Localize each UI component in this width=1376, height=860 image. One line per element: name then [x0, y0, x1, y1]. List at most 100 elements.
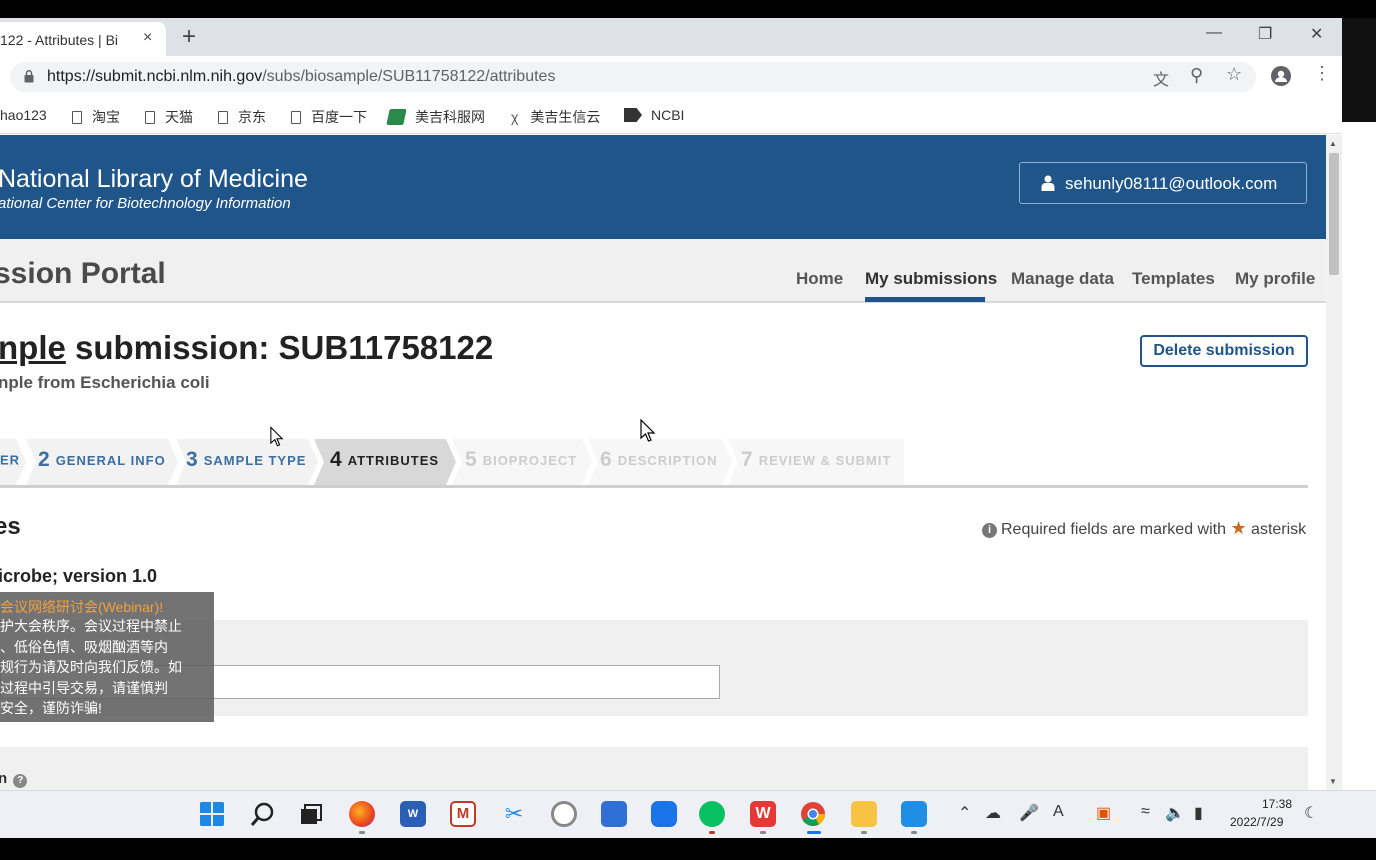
screen-bottom-bar	[0, 838, 1376, 860]
wechat-icon[interactable]	[699, 801, 725, 827]
search-icon[interactable]	[250, 801, 276, 827]
biosample-link[interactable]: nple	[0, 329, 66, 366]
portal-bar: ssion Portal Home My submissions Manage …	[0, 239, 1326, 303]
screen-top-bar	[0, 0, 1376, 18]
clock-time[interactable]: 17:38	[1262, 797, 1292, 811]
steps-divider	[0, 485, 1308, 488]
running-indicator	[359, 831, 365, 834]
desktop-edge-light	[1342, 122, 1376, 790]
firefox-icon[interactable]	[349, 801, 375, 827]
microphone-icon[interactable]: 🎤	[1019, 803, 1039, 823]
volume-icon[interactable]: 🔈	[1165, 803, 1185, 823]
url-path: /subs/biosample/SUB11758122/attributes	[262, 68, 556, 85]
clock-date[interactable]: 2022/7/29	[1230, 815, 1283, 829]
account-email: sehunly08111@outlook.com	[1065, 174, 1278, 193]
profile-icon[interactable]	[1271, 66, 1291, 86]
font-icon[interactable]: A	[1053, 803, 1064, 821]
file-explorer-icon[interactable]	[851, 801, 877, 827]
running-indicator	[709, 831, 715, 834]
bookmark-taobao[interactable]: 淘宝	[72, 107, 120, 127]
submission-title: nple submission: SUB11758122	[0, 329, 493, 367]
snipping-tool-icon[interactable]: ✂	[501, 801, 527, 827]
scroll-down-icon[interactable]: ▼	[1329, 777, 1337, 786]
nav-home[interactable]: Home	[796, 269, 843, 289]
mail-app-icon[interactable]	[601, 801, 627, 827]
url-host: https://submit.ncbi.nlm.nih.gov	[47, 68, 263, 85]
help-icon[interactable]: ?	[13, 774, 28, 788]
scroll-up-icon[interactable]: ▲	[1329, 139, 1337, 148]
user-icon	[1041, 175, 1055, 191]
bookmark-majorbio-cloud[interactable]: χ 美吉生信云	[511, 107, 600, 127]
bookmark-hao123[interactable]: hao123	[0, 107, 47, 123]
submission-description: nple from Escherichia coli	[0, 373, 210, 392]
dna-icon: χ	[511, 109, 519, 125]
browser-tab[interactable]: 122 - Attributes | Bi ×	[0, 22, 166, 56]
word-icon[interactable]: W	[400, 801, 426, 827]
chevron-up-icon[interactable]: ⌃	[958, 803, 971, 823]
sync-app-icon[interactable]	[551, 801, 577, 827]
submission-id: submission: SUB11758122	[65, 329, 494, 366]
html5-icon[interactable]: ▣	[1096, 803, 1111, 823]
majorbio-icon	[386, 109, 407, 125]
minimize-icon[interactable]: —	[1206, 24, 1222, 42]
nav-manage-data[interactable]: Manage data	[1011, 269, 1114, 289]
notice-line: 规行为请及时向我们反馈。如	[0, 659, 182, 675]
nlm-title[interactable]: National Library of Medicine	[0, 165, 308, 194]
task-view-icon[interactable]	[298, 801, 324, 827]
running-indicator	[760, 831, 766, 834]
delete-submission-button[interactable]: Delete submission	[1140, 335, 1308, 367]
bookmark-majorbio-service[interactable]: 美吉科服网	[386, 107, 485, 127]
nav-my-profile[interactable]: My profile	[1235, 269, 1315, 289]
ncbi-icon	[624, 108, 642, 122]
tab-title: 122 - Attributes | Bi	[0, 32, 119, 48]
notice-line: 过程中引导交易，请谨慎判	[0, 679, 168, 696]
tab-strip: 122 - Attributes | Bi × + — ❐ ✕	[0, 18, 1342, 56]
scroll-thumb[interactable]	[1329, 153, 1339, 275]
page-icon	[145, 111, 155, 124]
bookmark-ncbi[interactable]: NCBI	[624, 107, 684, 123]
meeting-app-icon[interactable]	[901, 801, 927, 827]
notice-line: 护大会秩序。会议过程中禁止	[0, 618, 182, 634]
restore-icon[interactable]: ❐	[1258, 24, 1272, 44]
new-tab-button[interactable]: +	[182, 23, 196, 51]
menu-icon[interactable]: ⋮	[1313, 63, 1331, 84]
bluetooth-app-icon[interactable]	[651, 801, 677, 827]
nav-my-submissions[interactable]: My submissions	[865, 269, 997, 289]
nav-templates[interactable]: Templates	[1132, 269, 1215, 289]
bookmark-tmall[interactable]: 天猫	[145, 107, 193, 127]
translate-icon[interactable]: 文	[1153, 66, 1169, 90]
close-tab-icon[interactable]: ×	[143, 29, 152, 47]
lock-icon	[24, 70, 34, 83]
account-button[interactable]: sehunly08111@outlook.com	[1019, 162, 1307, 204]
step-1[interactable]: ER	[0, 451, 20, 495]
cloud-icon[interactable]: ☁	[985, 803, 1001, 823]
bookmarks-bar: hao123 淘宝 天猫 京东 百度一下 美吉科服网 χ 美吉生信云 NCBI	[0, 96, 1342, 134]
mendeley-icon[interactable]: M	[450, 801, 476, 827]
windows-start-icon[interactable]	[199, 801, 225, 827]
bookmark-baidu[interactable]: 百度一下	[291, 107, 367, 127]
mouse-cursor-icon	[270, 426, 284, 447]
page-icon	[72, 111, 82, 124]
active-nav-indicator	[865, 297, 985, 302]
required-note: i Required fields are marked with ★ aster…	[982, 518, 1306, 539]
portal-title: ssion Portal	[0, 257, 166, 290]
notice-title: 会议网络研讨会(Webinar)!	[0, 599, 164, 615]
close-window-icon[interactable]: ✕	[1310, 24, 1323, 44]
url-text: https://submit.ncbi.nlm.nih.gov/subs/bio…	[47, 68, 555, 86]
star-icon[interactable]: ☆	[1226, 64, 1242, 85]
info-icon: i	[982, 523, 997, 538]
bookmark-jd[interactable]: 京东	[218, 107, 266, 127]
active-indicator	[807, 831, 821, 834]
wifi-icon[interactable]: ≈	[1141, 803, 1150, 821]
package-name: icrobe; version 1.0	[0, 566, 158, 586]
address-bar[interactable]: https://submit.ncbi.nlm.nih.gov/subs/bio…	[10, 62, 1256, 92]
chrome-icon[interactable]	[800, 801, 826, 827]
battery-icon[interactable]: ▮	[1194, 803, 1203, 823]
wps-icon[interactable]: W	[750, 801, 776, 827]
windows-taskbar: W M ✂ W ⌃ ☁ 🎤 A ▣ ≈ 🔈 ▮ 17:38 2022/7/29 …	[0, 790, 1376, 838]
webinar-notice-overlay: 会议网络研讨会(Webinar)! 护大会秩序。会议过程中禁止 、低俗色情、吸烟…	[0, 592, 214, 722]
zoom-icon[interactable]: ⚲	[1190, 65, 1203, 86]
do-not-disturb-icon[interactable]: ☾	[1304, 803, 1318, 823]
page-scrollbar[interactable]: ▲ ▼	[1326, 135, 1342, 790]
page-icon	[291, 111, 301, 124]
